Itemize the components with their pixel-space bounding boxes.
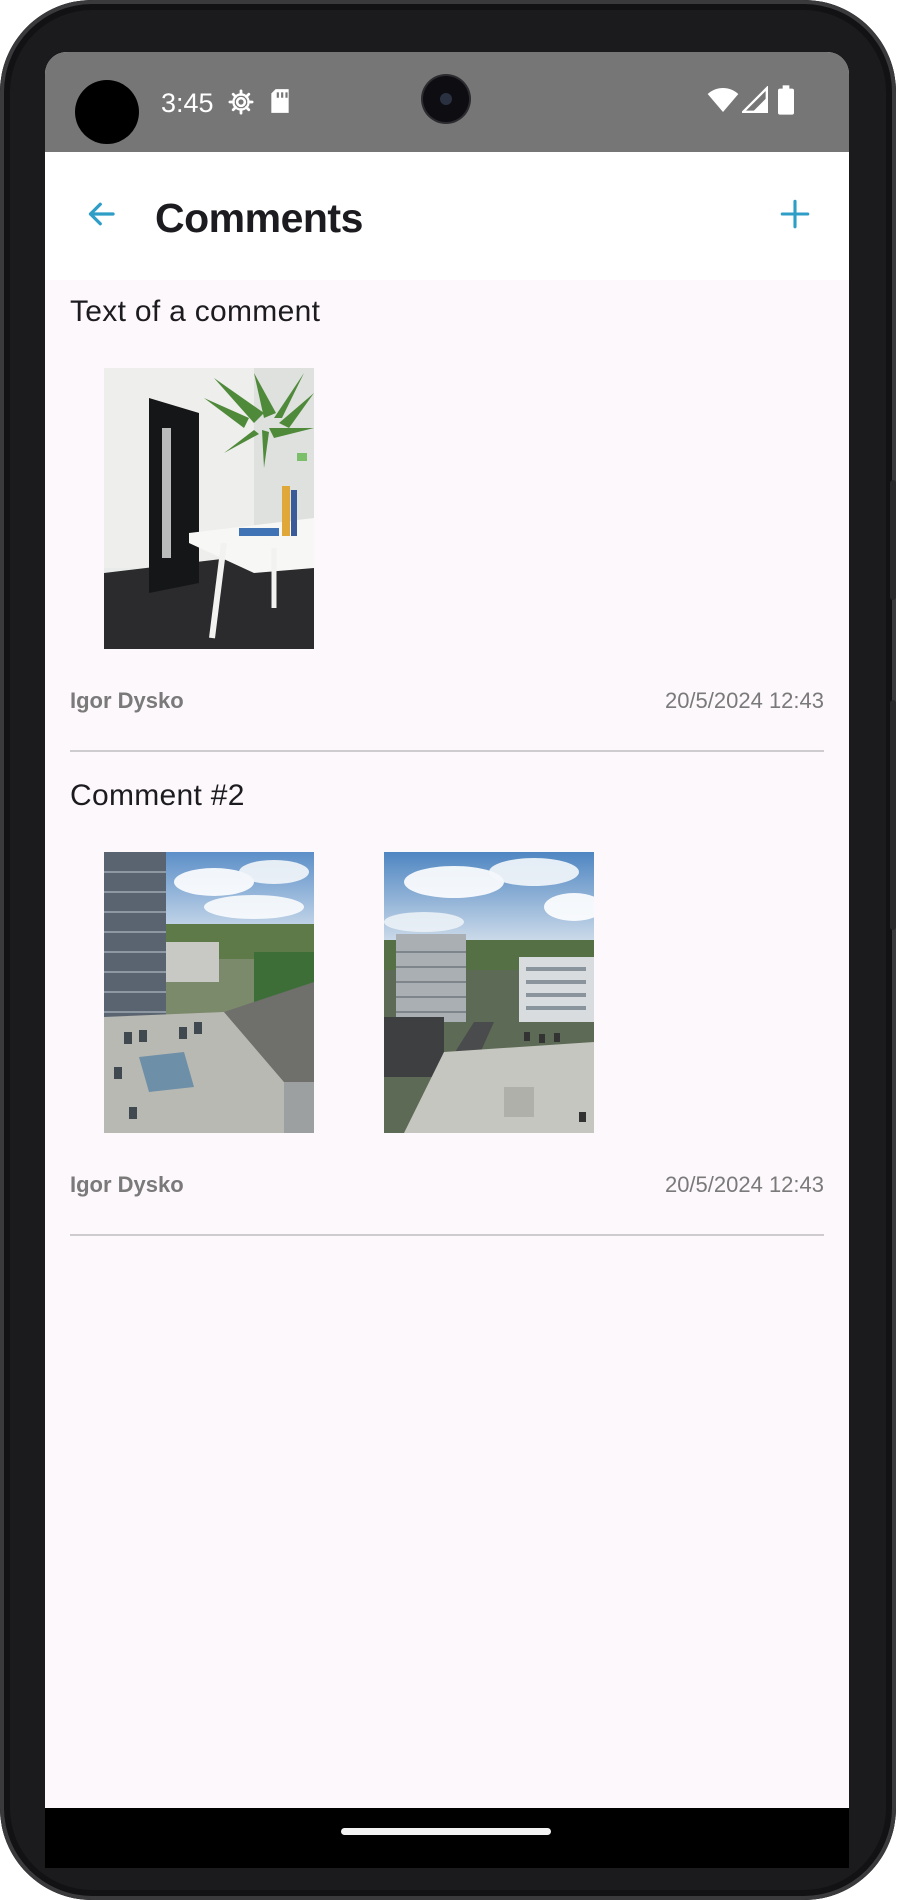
settings-icon	[227, 88, 255, 121]
page-title: Comments	[155, 195, 363, 241]
signal-icon	[740, 85, 768, 119]
comment-photo[interactable]	[104, 852, 314, 1133]
back-button[interactable]	[71, 186, 131, 246]
top-app-bar: Comments	[45, 152, 849, 280]
volume-button	[890, 480, 896, 600]
comment-item[interactable]: Text of a comment Igor Dysko 20/5/2024 1…	[45, 280, 849, 764]
divider	[70, 1234, 824, 1236]
comment-date: 20/5/2024 12:43	[664, 1172, 824, 1197]
comment-date: 20/5/2024 12:43	[664, 688, 824, 713]
app-screen: 3:45 Comments Text of a comment Igor Dys…	[45, 52, 849, 1868]
plus-icon	[778, 197, 812, 236]
add-comment-button[interactable]	[765, 186, 825, 246]
home-gesture-handle[interactable]	[341, 1828, 551, 1835]
sd-card-icon	[269, 88, 291, 119]
status-time: 3:45	[161, 88, 214, 118]
comment-text: Text of a comment	[70, 295, 321, 328]
comment-photo[interactable]	[384, 852, 594, 1133]
comment-list: Text of a comment Igor Dysko 20/5/2024 1…	[45, 280, 849, 1248]
comment-item[interactable]: Comment #2 Igor Dysko 20/5/2024 12:43	[45, 764, 849, 1248]
comment-photo[interactable]	[104, 368, 314, 649]
front-camera	[423, 76, 469, 122]
status-bar: 3:45	[45, 52, 849, 152]
divider	[70, 750, 824, 752]
wifi-icon	[707, 86, 739, 119]
phone-frame: 3:45 Comments Text of a comment Igor Dys…	[0, 0, 896, 1900]
comment-author: Igor Dysko	[70, 688, 184, 713]
power-button	[890, 700, 896, 930]
navigation-bar	[45, 1808, 849, 1868]
notification-dot	[75, 80, 139, 144]
comment-text: Comment #2	[70, 779, 245, 812]
battery-icon	[778, 85, 794, 120]
arrow-left-icon	[83, 196, 119, 237]
comment-author: Igor Dysko	[70, 1172, 184, 1197]
